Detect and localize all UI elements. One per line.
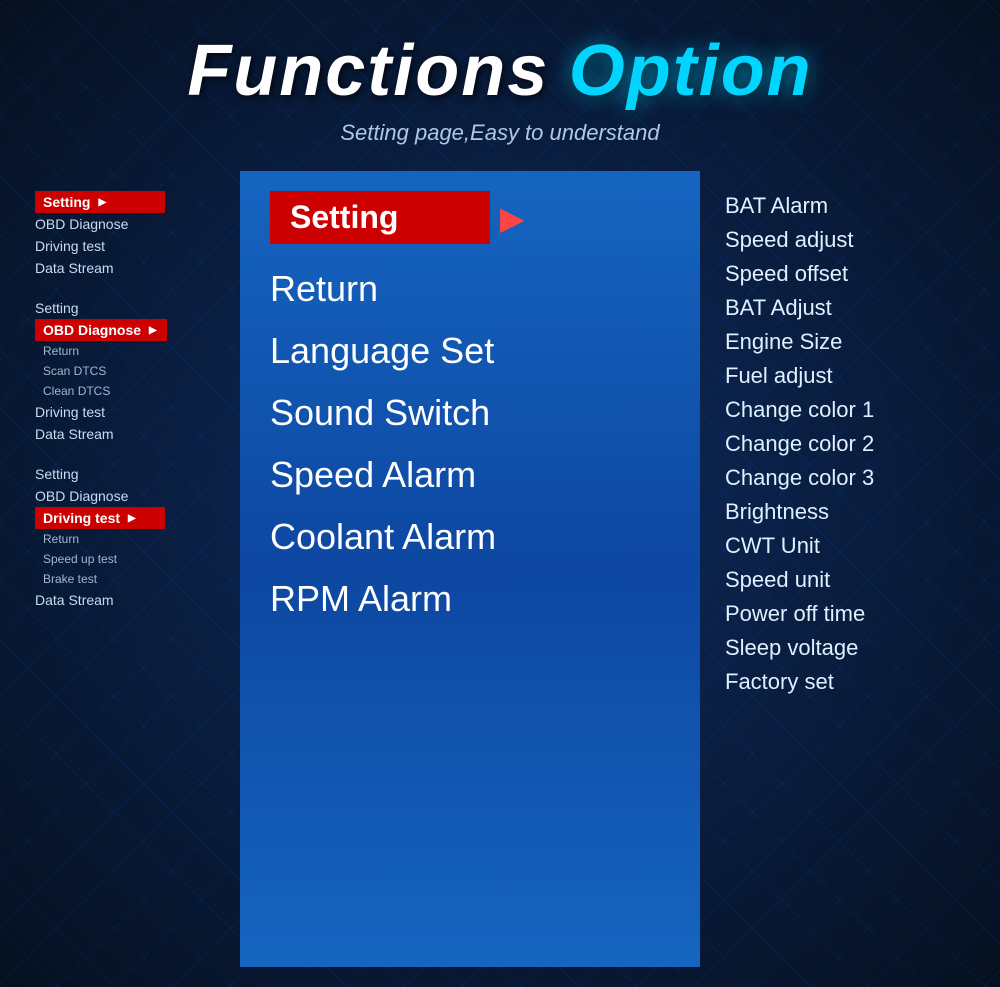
center-item-rpm[interactable]: RPM Alarm [270, 572, 670, 626]
right-item-speed-adjust[interactable]: Speed adjust [725, 225, 955, 255]
left-item-driving-1[interactable]: Driving test [35, 235, 225, 257]
center-item-language[interactable]: Language Set [270, 324, 670, 378]
left-item-scan-2[interactable]: Scan DTCS [35, 361, 225, 381]
right-panel: BAT Alarm Speed adjust Speed offset BAT … [700, 171, 980, 967]
right-item-bat-adjust[interactable]: BAT Adjust [725, 293, 955, 323]
left-item-driving-2[interactable]: Driving test [35, 401, 225, 423]
right-item-factory-set[interactable]: Factory set [725, 667, 955, 697]
left-item-obd-2[interactable]: OBD Diagnose [35, 319, 167, 341]
center-item-speed-alarm[interactable]: Speed Alarm [270, 448, 670, 502]
title-option: Option [569, 31, 813, 111]
left-item-driving-3[interactable]: Driving test [35, 507, 165, 529]
right-item-bat-alarm[interactable]: BAT Alarm [725, 191, 955, 221]
main-content: Setting OBD Diagnose Driving test Data S… [0, 161, 1000, 987]
left-panel: Setting OBD Diagnose Driving test Data S… [20, 171, 240, 967]
center-item-sound[interactable]: Sound Switch [270, 386, 670, 440]
left-group-3: Setting OBD Diagnose Driving test Return… [35, 463, 225, 611]
left-item-obd-1[interactable]: OBD Diagnose [35, 213, 225, 235]
right-item-cwt-unit[interactable]: CWT Unit [725, 531, 955, 561]
center-item-return[interactable]: Return [270, 262, 670, 316]
left-group-1: Setting OBD Diagnose Driving test Data S… [35, 191, 225, 279]
left-item-setting-3[interactable]: Setting [35, 463, 225, 485]
right-item-sleep-voltage[interactable]: Sleep voltage [725, 633, 955, 663]
left-item-setting-2[interactable]: Setting [35, 297, 225, 319]
right-item-engine-size[interactable]: Engine Size [725, 327, 955, 357]
right-item-change-color-1[interactable]: Change color 1 [725, 395, 955, 425]
right-item-change-color-2[interactable]: Change color 2 [725, 429, 955, 459]
left-item-speedup-3[interactable]: Speed up test [35, 549, 225, 569]
right-item-power-off[interactable]: Power off time [725, 599, 955, 629]
left-item-return-2[interactable]: Return [35, 341, 225, 361]
left-item-return-3[interactable]: Return [35, 529, 225, 549]
left-item-brake-3[interactable]: Brake test [35, 569, 225, 589]
left-item-obd-3[interactable]: OBD Diagnose [35, 485, 225, 507]
right-item-change-color-3[interactable]: Change color 3 [725, 463, 955, 493]
left-item-setting-1[interactable]: Setting [35, 191, 165, 213]
right-item-speed-unit[interactable]: Speed unit [725, 565, 955, 595]
right-item-brightness[interactable]: Brightness [725, 497, 955, 527]
subtitle: Setting page,Easy to understand [20, 120, 980, 146]
left-item-data-3[interactable]: Data Stream [35, 589, 225, 611]
left-item-data-2[interactable]: Data Stream [35, 423, 225, 445]
center-arrow-icon: ▶ [500, 199, 525, 237]
center-setting-label[interactable]: Setting [270, 191, 490, 244]
left-item-clean-2[interactable]: Clean DTCS [35, 381, 225, 401]
left-item-data-1[interactable]: Data Stream [35, 257, 225, 279]
center-item-coolant[interactable]: Coolant Alarm [270, 510, 670, 564]
header: Functions Option Setting page,Easy to un… [0, 0, 1000, 161]
left-group-2: Setting OBD Diagnose Return Scan DTCS Cl… [35, 297, 225, 445]
center-header: Setting ▶ [270, 191, 670, 244]
right-item-speed-offset[interactable]: Speed offset [725, 259, 955, 289]
title-functions: Functions [187, 31, 549, 111]
right-item-fuel-adjust[interactable]: Fuel adjust [725, 361, 955, 391]
center-panel: Setting ▶ Return Language Set Sound Swit… [240, 171, 700, 967]
